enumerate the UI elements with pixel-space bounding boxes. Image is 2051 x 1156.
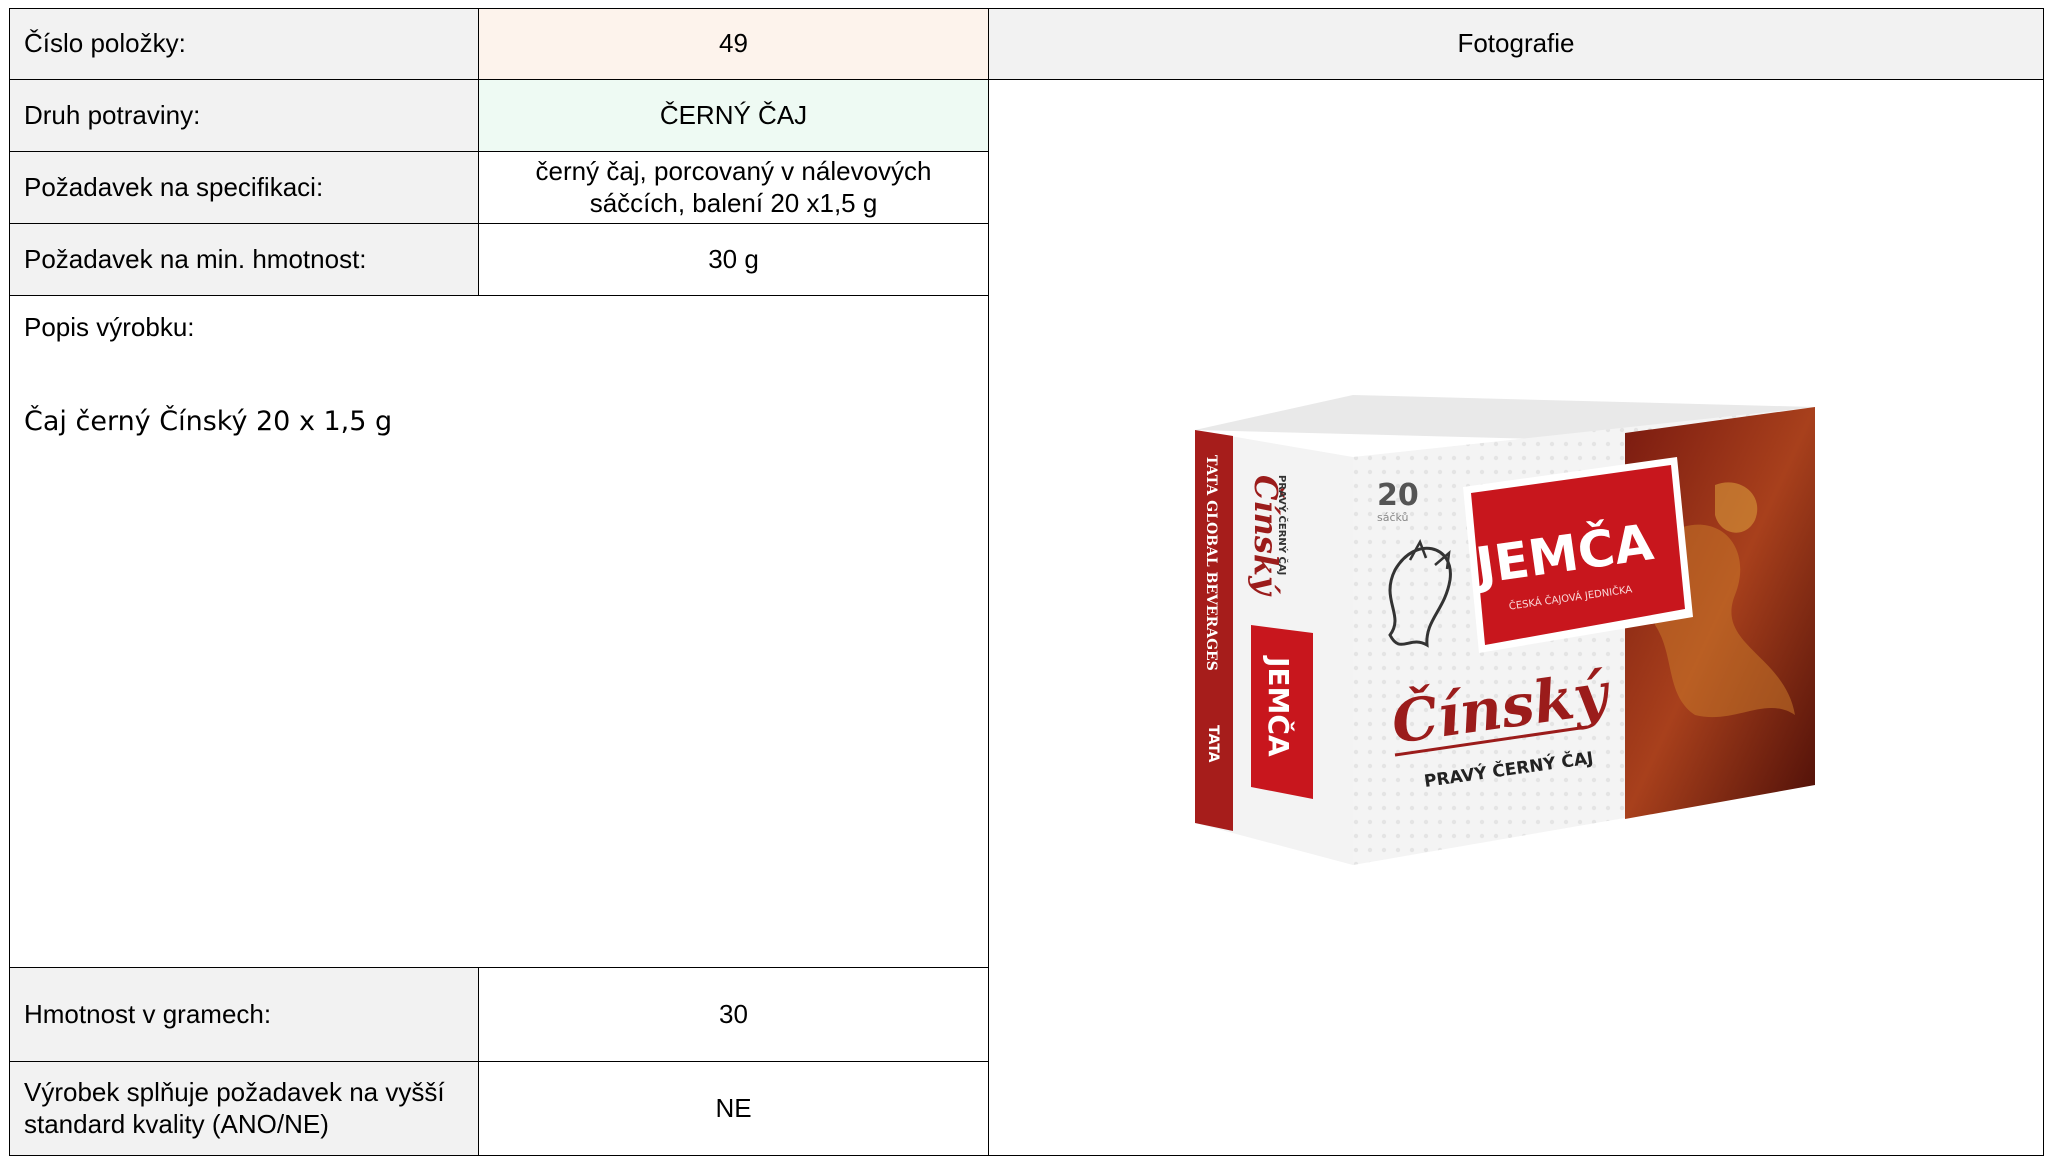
food-type-value: ČERNÝ ČAJ [478,79,989,152]
weight-value: 30 [478,967,989,1062]
spec-value: černý čaj, porcovaný v nálevových sáčcíc… [478,151,989,224]
count-text: 20 [1377,478,1419,513]
side-brand-text: JEMČA [1262,655,1296,757]
item-number-label: Číslo položky: [9,8,479,80]
count-unit-text: sáčků [1377,511,1409,524]
side-company-text: TATA GLOBAL BEVERAGES [1203,455,1219,671]
quality-label-line2: standard kvality (ANO/NE) [24,1108,329,1139]
quality-value: NE [478,1061,989,1156]
min-weight-value: 30 g [478,223,989,296]
product-spec-sheet: Číslo položky: 49 Fotografie Druh potrav… [0,0,2051,1156]
weight-label: Hmotnost v gramech: [9,967,479,1062]
product-photo: JEMČA ČESKÁ ČAJOVÁ JEDNIČKA 20 sáčků Čín… [1195,395,1835,865]
product-description: Popis výrobku: Čaj černý Čínský 20 x 1,5… [9,295,989,968]
quality-label-line1: Výrobek splňuje požadavek na vyšší [24,1077,445,1108]
food-type-label: Druh potraviny: [9,79,479,152]
side-logo-text: TATA [1205,725,1221,763]
spec-value-line2: sáčcích, balení 20 x1,5 g [589,187,878,218]
item-number-value: 49 [478,8,989,80]
min-weight-label: Požadavek na min. hmotnost: [9,223,479,296]
spec-value-line1: černý čaj, porcovaný v nálevových [535,156,932,187]
photo-header: Fotografie [988,8,2044,80]
description-text: Čaj černý Čínský 20 x 1,5 g [24,406,393,437]
description-title: Popis výrobku: [24,312,195,342]
spec-label: Požadavek na specifikaci: [9,151,479,224]
side-subtitle-text: PRAVÝ ČERNÝ ČAJ [1276,475,1289,575]
quality-label: Výrobek splňuje požadavek na vyšší stand… [9,1061,479,1156]
